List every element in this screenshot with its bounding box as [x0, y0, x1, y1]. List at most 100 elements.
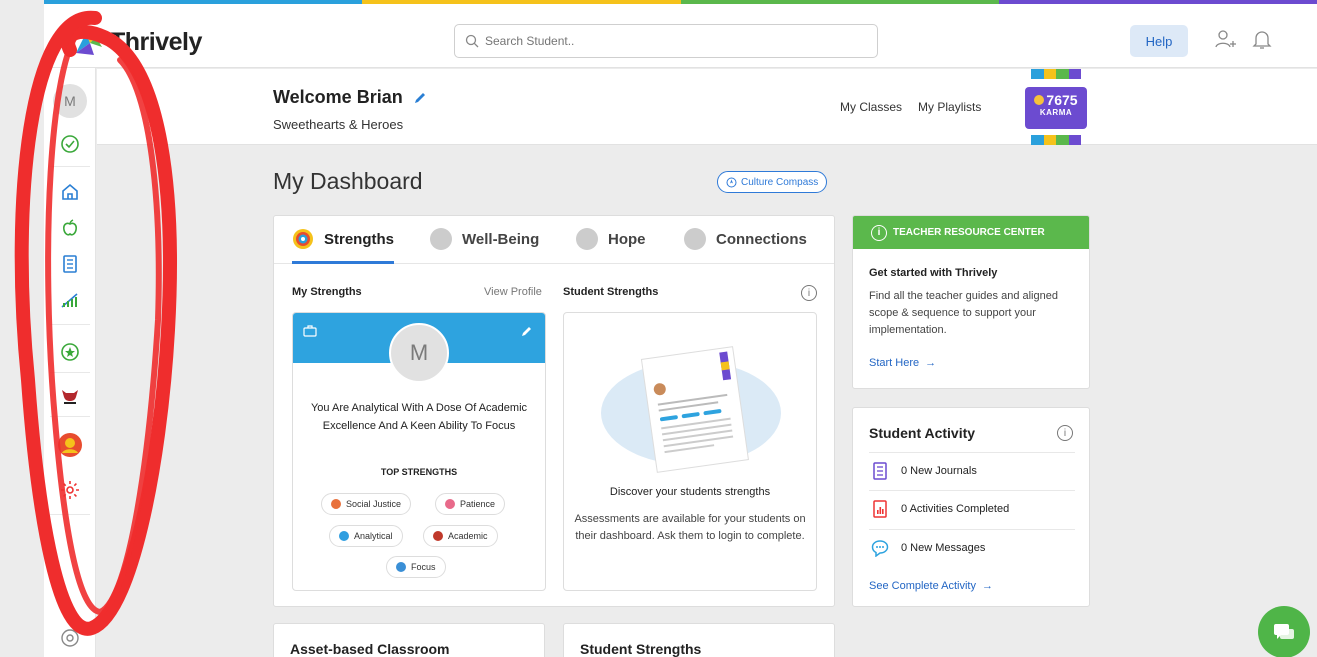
karma-value: 7675	[1046, 92, 1078, 108]
focus-icon	[396, 562, 406, 572]
sidebar-item-lessons[interactable]	[52, 218, 88, 238]
teacher-resource-card: i TEACHER RESOURCE CENTER Get started wi…	[852, 215, 1090, 389]
karma-badge[interactable]: 7675 KARMA	[1025, 69, 1087, 145]
academic-icon	[433, 531, 443, 541]
sidebar-item-tasks[interactable]	[52, 134, 88, 154]
top-bar: Thrively Help	[44, 4, 1317, 68]
student-strengths-bottom-card[interactable]: Student Strengths	[563, 623, 835, 657]
profile-description: You Are Analytical With A Dose Of Academ…	[310, 402, 528, 432]
profile-avatar: M	[389, 323, 449, 383]
app-name: Thrively	[110, 28, 202, 56]
edit-profile-icon[interactable]	[521, 325, 533, 337]
analytical-icon	[339, 531, 349, 541]
collapse-icon	[61, 629, 79, 647]
resource-header: i TEACHER RESOURCE CENTER	[853, 216, 1089, 249]
add-user-icon[interactable]	[1214, 28, 1238, 50]
welcome-bar: Welcome Brian Sweethearts & Heroes My Cl…	[97, 69, 1317, 145]
info-icon: i	[871, 224, 887, 241]
sidebar-item-reports[interactable]	[52, 290, 88, 310]
search-icon	[465, 34, 479, 48]
sidebar: M	[44, 68, 96, 657]
app-logo[interactable]: Thrively	[72, 28, 202, 57]
tab-connections[interactable]: Connections	[684, 228, 807, 250]
welcome-title: Welcome Brian	[273, 87, 403, 107]
apple-icon	[63, 219, 77, 236]
top-links: My Classes My Playlists	[840, 100, 981, 114]
strength-chip: Focus	[386, 556, 446, 578]
sidebar-item-badges[interactable]	[52, 342, 88, 362]
gear-icon	[61, 481, 79, 499]
check-circle-icon	[61, 135, 79, 153]
active-tab-indicator	[292, 261, 394, 264]
arrow-right-icon: →	[982, 580, 993, 592]
see-activity-link[interactable]: See Complete Activity →	[869, 580, 993, 592]
strength-chip: Social Justice	[321, 493, 412, 515]
chat-button[interactable]	[1258, 606, 1310, 657]
asset-classroom-card[interactable]: Asset-based Classroom	[273, 623, 545, 657]
info-icon[interactable]: i	[801, 285, 817, 301]
compass-icon	[726, 177, 737, 187]
sidebar-item-journals[interactable]	[52, 254, 88, 274]
activity-row-messages[interactable]: 0 New Messages	[871, 539, 985, 557]
my-playlists-link[interactable]: My Playlists	[918, 100, 981, 114]
culture-compass-label: Culture Compass	[741, 176, 819, 188]
top-strengths-label: TOP STRENGTHS	[380, 467, 458, 477]
search-box[interactable]	[454, 24, 878, 58]
tab-well-being[interactable]: Well-Being	[430, 228, 539, 250]
strength-chip: Academic	[423, 525, 498, 547]
heart-icon	[430, 228, 452, 250]
strengths-card: Strengths Well-Being Hope Connections My…	[273, 215, 835, 607]
patience-icon	[445, 499, 455, 509]
tab-strengths[interactable]: Strengths	[292, 228, 394, 250]
connections-icon	[684, 228, 706, 250]
heroes-logo-icon	[62, 390, 78, 404]
star-badge-icon	[61, 343, 79, 361]
home-icon	[62, 183, 78, 200]
briefcase-icon[interactable]	[303, 325, 317, 337]
arrow-right-icon: →	[925, 357, 937, 369]
chart-icon	[61, 293, 78, 308]
start-here-link[interactable]: Start Here →	[869, 357, 936, 369]
resource-title: Get started with Thrively	[869, 267, 998, 279]
profile-card: M You Are Analytical With A Dose Of Acad…	[292, 312, 546, 591]
bell-icon[interactable]	[1252, 28, 1272, 50]
chat-icon	[1274, 624, 1294, 639]
culture-compass-button[interactable]: Culture Compass	[717, 171, 828, 193]
avatar: M	[53, 84, 87, 118]
sidebar-item-settings[interactable]	[52, 480, 88, 500]
sidebar-collapse[interactable]	[52, 628, 88, 648]
chart-document-icon	[873, 500, 887, 518]
tab-hope[interactable]: Hope	[576, 228, 646, 250]
karma-coin-icon	[1034, 95, 1045, 105]
avatar-icon	[58, 433, 82, 457]
sidebar-item-home[interactable]	[52, 182, 88, 202]
help-button[interactable]: Help	[1130, 25, 1188, 57]
sidebar-avatar[interactable]: M	[52, 84, 88, 118]
thrively-logo-icon	[76, 32, 102, 55]
hope-icon	[576, 228, 598, 250]
message-icon	[871, 540, 889, 557]
search-input[interactable]	[485, 34, 865, 48]
activity-row-journals[interactable]: 0 New Journals	[871, 462, 977, 480]
activity-title: Student Activity	[869, 425, 976, 441]
strength-chip: Analytical	[329, 525, 403, 547]
my-classes-link[interactable]: My Classes	[840, 100, 902, 114]
tab-bar: Strengths Well-Being Hope Connections	[274, 216, 834, 264]
social-justice-icon	[331, 499, 341, 509]
journal-icon	[873, 462, 887, 480]
resource-description: Find all the teacher guides and aligned …	[869, 290, 1058, 336]
strength-chip: Patience	[435, 493, 506, 515]
sidebar-item-community[interactable]	[52, 432, 88, 458]
info-icon[interactable]: i	[1057, 425, 1073, 441]
activity-row-activities[interactable]: 0 Activities Completed	[871, 500, 1009, 518]
student-strengths-label: Student Strengths	[563, 286, 659, 298]
sidebar-item-heroes[interactable]	[52, 386, 88, 406]
student-activity-card: Student Activity i 0 New Journals 0 Acti…	[852, 407, 1090, 607]
edit-icon[interactable]	[413, 91, 427, 105]
student-strengths-card: Discover your students strengths Assessm…	[563, 312, 817, 591]
welcome-heading: Welcome Brian	[273, 87, 427, 108]
school-name: Sweethearts & Heroes	[273, 117, 404, 132]
view-profile-link[interactable]: View Profile	[484, 286, 542, 298]
strengths-icon	[293, 229, 313, 249]
assess-text: Assessments are available for your stude…	[574, 513, 806, 542]
